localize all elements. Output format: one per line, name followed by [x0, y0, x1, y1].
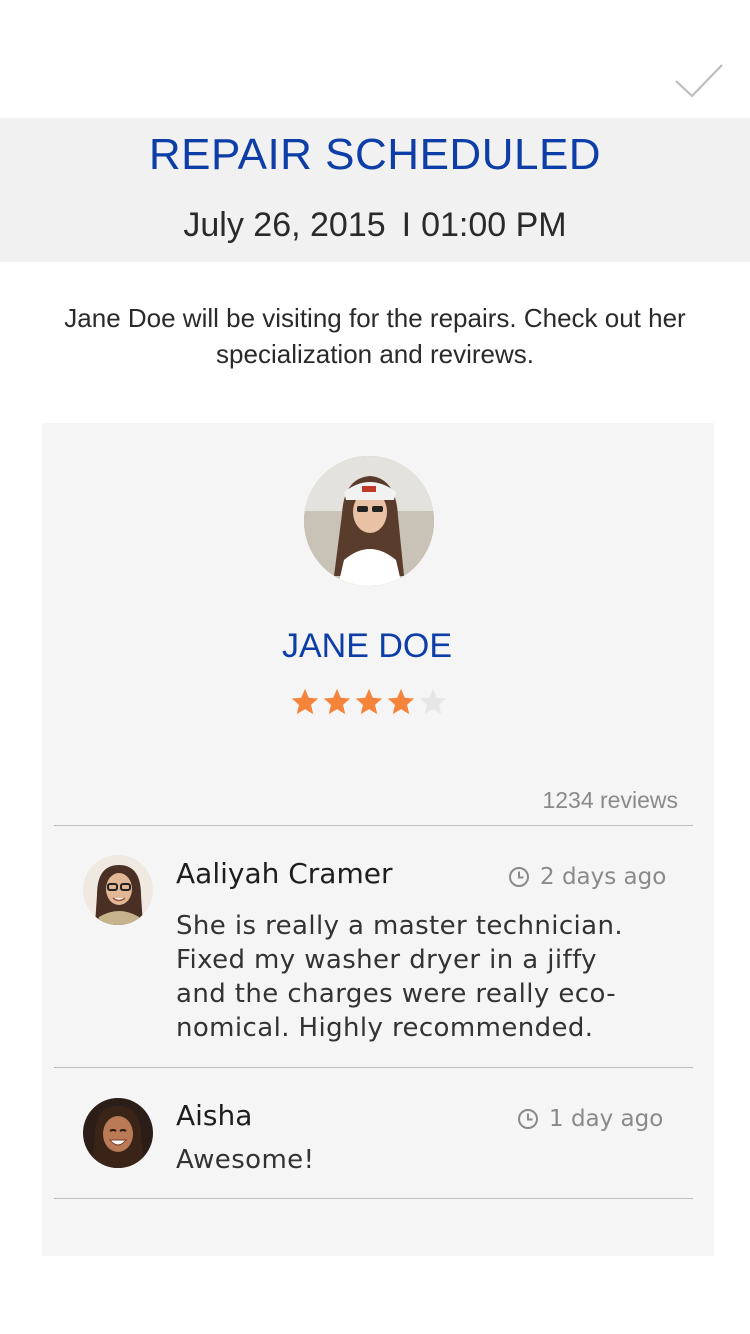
- review-item: Aaliyah Cramer 2 days ago She is really …: [42, 825, 714, 1067]
- schedule-datetime: July 26, 2015 I 01:00 PM: [0, 206, 750, 245]
- reviewer-avatar[interactable]: [83, 855, 153, 925]
- star-filled-icon: [291, 688, 319, 715]
- page-title: REPAIR SCHEDULED: [148, 130, 602, 179]
- intro-text: Jane Doe will be visiting for the repair…: [64, 303, 686, 369]
- schedule-time: 01:00 PM: [421, 206, 567, 244]
- review-time-label: 2 days ago: [540, 864, 667, 890]
- reviews-count-link[interactable]: 1234 reviews: [542, 787, 678, 814]
- technician-card: JANE DOE 1234 reviews Aaliyah Cramer 2 d…: [42, 423, 714, 1256]
- divider: [54, 1198, 693, 1199]
- technician-name: JANE DOE: [281, 627, 453, 665]
- review-text-line: and the charges were really eco-: [176, 979, 617, 1009]
- review-time-label: 1 day ago: [549, 1106, 664, 1132]
- reviewer-avatar[interactable]: [83, 1098, 153, 1168]
- star-filled-icon: [387, 688, 415, 715]
- repair-scheduled-screen: REPAIR SCHEDULED July 26, 2015 I 01:00 PM …: [0, 0, 750, 1334]
- review-text: Awesome!: [176, 1143, 656, 1177]
- review-text-line: nomical. Highly recommended.: [176, 1013, 594, 1043]
- reviewer-name: Aaliyah Cramer: [176, 857, 393, 890]
- star-empty-icon: [419, 688, 447, 715]
- technician-avatar[interactable]: [304, 456, 434, 586]
- review-text-line: Awesome!: [176, 1145, 315, 1175]
- schedule-date: July 26, 2015: [183, 206, 386, 244]
- star-filled-icon: [323, 688, 351, 715]
- checkmark-icon: [675, 64, 723, 98]
- review-text-line: She is really a master technician.: [176, 911, 624, 941]
- review-time: 2 days ago: [508, 864, 666, 890]
- review-time: 1 day ago: [517, 1106, 663, 1132]
- review-item: Aisha 1 day ago Awesome!: [42, 1067, 714, 1198]
- technician-rating: [290, 687, 448, 719]
- clock-icon: [509, 867, 529, 887]
- star-filled-icon: [355, 688, 383, 715]
- review-text: She is really a master technician. Fixed…: [176, 909, 656, 1045]
- review-text-line: Fixed my washer dryer in a jiffy: [176, 945, 597, 975]
- datetime-separator: I: [401, 206, 412, 244]
- confirm-button[interactable]: [674, 56, 724, 106]
- reviewer-name: Aisha: [176, 1099, 253, 1132]
- clock-icon: [518, 1109, 538, 1129]
